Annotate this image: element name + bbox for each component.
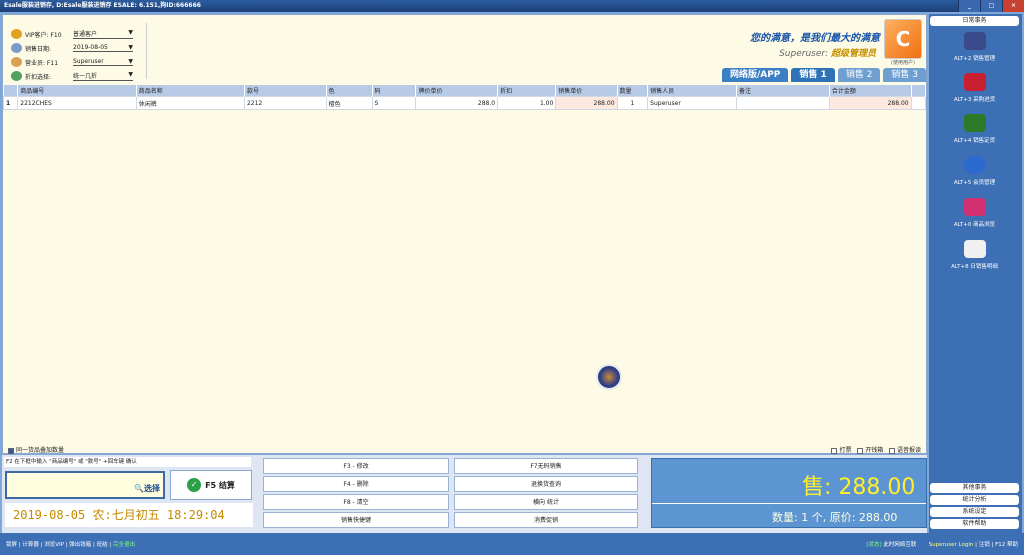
sidebar-item-order[interactable]: ALT+4 销售定货 <box>929 114 1020 154</box>
clock-display: 2019-08-05 农:七月初五 18:29:04 <box>5 503 253 527</box>
exit-link[interactable]: 完全退出 <box>113 542 135 548</box>
status-links[interactable]: 锁屏 | 计算器 | 浏览VIP | 弹出钱箱 | 班结 | <box>6 542 111 548</box>
detail-icon <box>963 240 986 258</box>
delete-button[interactable]: F4 - 删除 <box>263 476 449 492</box>
discount-field[interactable]: 折扣选择: 统一几折 ▼ <box>11 70 133 82</box>
barcode-input[interactable]: 🔍选择 <box>5 471 165 499</box>
network-status: 此时网络互联 <box>883 542 917 548</box>
return-query-button[interactable]: 退换货查询 <box>454 476 638 492</box>
football-icon <box>596 364 622 390</box>
tab-sales-2[interactable]: 销售 2 <box>837 68 881 82</box>
clerk-icon <box>11 57 22 67</box>
window-title: Esale服装进销存, D:Esale服装进销存 ESALE: 6.151,狗I… <box>4 2 201 9</box>
divider <box>146 23 147 79</box>
system-settings-button[interactable]: 系统设定 <box>930 507 1019 517</box>
chevron-down-icon[interactable]: ▼ <box>128 44 133 51</box>
sidebar-item-daily-detail[interactable]: ALT+8 日销售明细 <box>929 240 1020 280</box>
table-row[interactable]: 1 2212CHES 休闲裤 2212 檀色 S 288.0 1.00 288.… <box>2 96 927 110</box>
bottom-panel: F2 在下框中输入 "商品编号" 或 "款号" +回车键 确认 🔍选择 ✓ F5… <box>2 455 927 533</box>
same-item-checkbox[interactable]: 同一货品叠加数量 <box>8 445 64 455</box>
calendar-icon <box>11 43 22 53</box>
sales-icon <box>963 32 986 50</box>
options-bar: 同一货品叠加数量 打票 开钱箱 语音报读 <box>3 445 926 455</box>
current-user: Superuser: 超级管理员 <box>779 49 876 59</box>
settle-button[interactable]: ✓ F5 结算 <box>170 470 252 500</box>
clerk-select[interactable]: Superuser <box>73 58 104 65</box>
clear-button[interactable]: F8 - 清空 <box>263 494 449 510</box>
tab-network-app[interactable]: 网络版/APP <box>721 68 789 82</box>
shortcut-button[interactable]: 销售快捷键 <box>263 512 449 528</box>
sales-panel: VIP客户: F10 普通客户 ▼ 销售日期: 2019-08-05 ▼ 营业员: … <box>2 14 927 454</box>
member-icon <box>963 156 986 174</box>
total-display: 售: 288.00 数量: 1 个, 原价: 288.00 <box>651 458 927 528</box>
chevron-down-icon[interactable]: ▼ <box>128 71 133 80</box>
app-logo: C <box>884 19 922 59</box>
close-button[interactable]: × <box>1002 0 1024 12</box>
software-help-button[interactable]: 软件帮助 <box>930 519 1019 529</box>
slogan: 您的满意，是我们最大的满意 <box>750 33 880 44</box>
check-icon: ✓ <box>187 478 202 492</box>
sidebar: 日常事务 ALT+2 销售管理 ALT+3 采购进货 ALT+4 销售定货 AL… <box>929 14 1022 533</box>
modify-button[interactable]: F3 - 修改 <box>263 458 449 474</box>
table-header: 商品编号 商品名称 款号 色 码 牌价单价 折扣 销售单价 数量 销售人员 备注… <box>3 85 927 97</box>
search-icon: 🔍 <box>134 484 144 493</box>
sales-table: 商品编号 商品名称 款号 色 码 牌价单价 折扣 销售单价 数量 销售人员 备注… <box>2 85 927 110</box>
chevron-down-icon[interactable]: ▼ <box>128 29 133 38</box>
voice-checkbox[interactable]: 语音报读 <box>888 447 921 454</box>
clerk-field[interactable]: 营业员: F11 Superuser ▼ <box>11 56 133 68</box>
vip-select[interactable]: 普通客户 <box>73 29 97 38</box>
sales-tabs: 网络版/APP 销售 1 销售 2 销售 3 <box>721 68 926 82</box>
stats-analysis-button[interactable]: 统计分析 <box>930 495 1019 505</box>
logout-link[interactable]: | 注销 | <box>975 542 993 548</box>
vip-field[interactable]: VIP客户: F10 普通客户 ▼ <box>11 28 133 40</box>
date-field[interactable]: 销售日期: 2019-08-05 ▼ <box>11 42 133 54</box>
print-checkbox[interactable]: 打票 <box>831 447 852 454</box>
drawer-checkbox[interactable]: 开钱箱 <box>857 447 883 454</box>
sidebar-item-sales[interactable]: ALT+2 销售管理 <box>929 32 1020 72</box>
promo-button[interactable]: 消费促销 <box>454 512 638 528</box>
discount-icon <box>11 71 22 81</box>
purchase-icon <box>963 73 986 91</box>
title-bar: Esale服装进销存, D:Esale服装进销存 ESALE: 6.151,狗I… <box>0 0 1024 12</box>
date-select[interactable]: 2019-08-05 <box>73 44 108 51</box>
order-icon <box>963 114 986 132</box>
maximize-button[interactable]: □ <box>980 0 1002 12</box>
nocode-sale-button[interactable]: F7无码销售 <box>454 458 638 474</box>
chevron-down-icon[interactable]: ▼ <box>128 58 133 65</box>
login-status: Superuser Login <box>928 542 974 548</box>
daily-tasks-button[interactable]: 日常事务 <box>930 16 1019 26</box>
other-tasks-button[interactable]: 其他事务 <box>930 483 1019 493</box>
logo-label: (使用用户) <box>891 60 915 66</box>
tab-sales-3[interactable]: 销售 3 <box>883 68 926 82</box>
discount-select[interactable]: 统一几折 <box>73 71 97 80</box>
stats-button[interactable]: 横向 统计 <box>454 494 638 510</box>
status-bar: 锁屏 | 计算器 | 浏览VIP | 弹出钱箱 | 班结 | 完全退出 [状态]… <box>0 533 1024 555</box>
sidebar-item-purchase[interactable]: ALT+3 采购进货 <box>929 73 1020 113</box>
vip-icon <box>11 29 22 39</box>
sidebar-item-member[interactable]: ALT+5 会员管理 <box>929 156 1020 196</box>
minimize-button[interactable]: _ <box>958 0 980 12</box>
status-state: [状态] <box>866 542 882 548</box>
select-button[interactable]: 🔍选择 <box>134 483 160 494</box>
input-hint: F2 在下框中输入 "商品编号" 或 "款号" +回车键 确认 <box>4 457 251 467</box>
sidebar-item-products[interactable]: ALT+0 商品浏览 <box>929 198 1020 238</box>
total-amount: 售: 288.00 <box>802 475 916 500</box>
help-link[interactable]: F12 帮助 <box>995 542 1018 548</box>
products-icon <box>963 198 986 216</box>
total-count: 数量: 1 个, 原价: 288.00 <box>772 511 898 524</box>
sales-header: VIP客户: F10 普通客户 ▼ 销售日期: 2019-08-05 ▼ 营业员: … <box>3 15 926 85</box>
tab-sales-1[interactable]: 销售 1 <box>791 68 835 82</box>
